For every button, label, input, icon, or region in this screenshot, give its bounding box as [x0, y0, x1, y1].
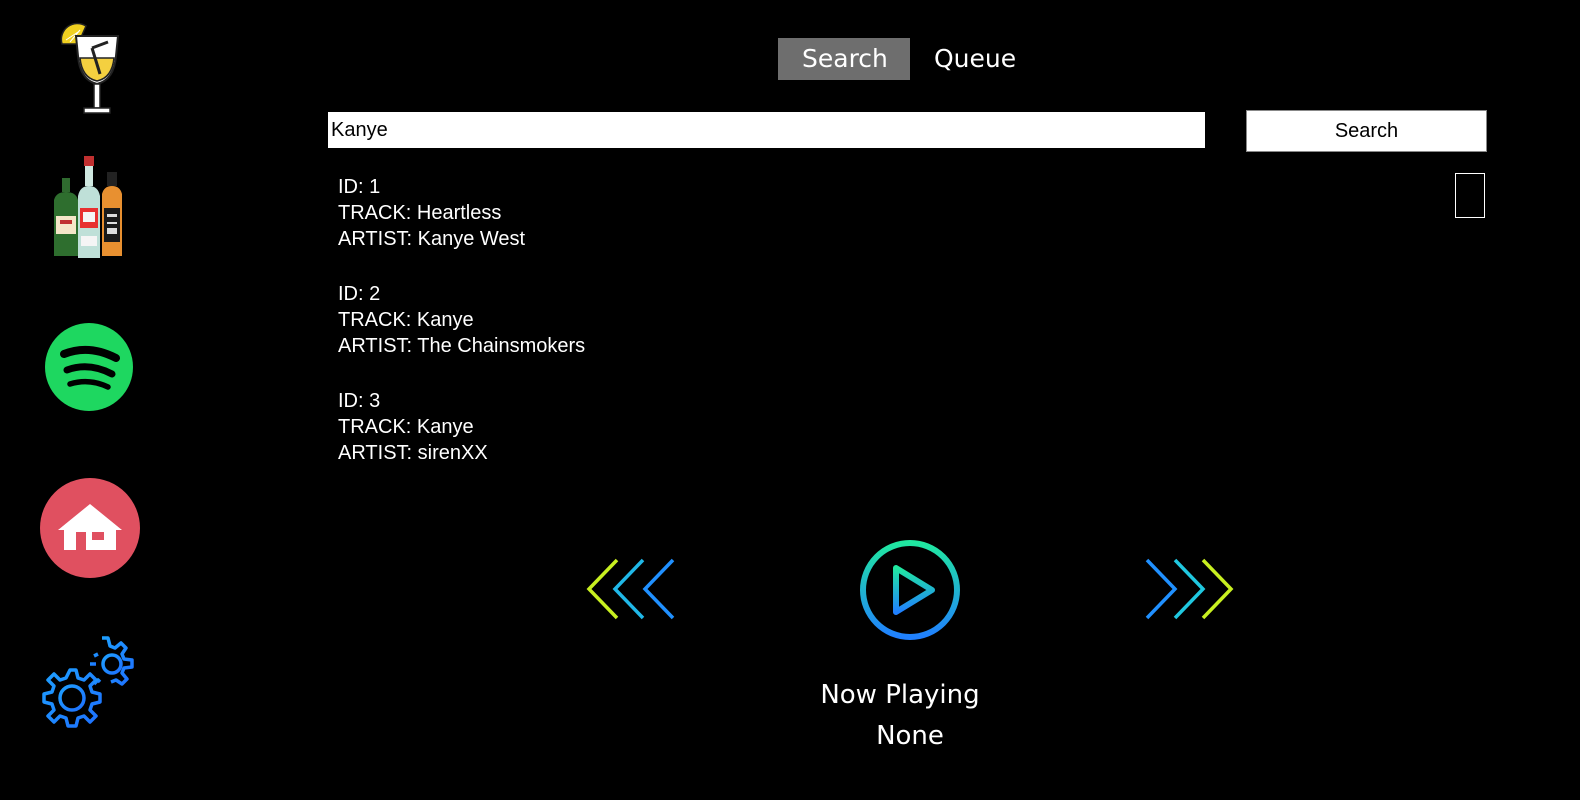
- result-track: TRACK: Heartless: [338, 202, 502, 224]
- search-results-list: ID: 1 TRACK: Heartless ARTIST: Kanye Wes…: [338, 174, 1438, 495]
- list-item[interactable]: ID: 3 TRACK: Kanye ARTIST: sirenXX: [338, 388, 1438, 466]
- bottles-nav-button[interactable]: [50, 156, 130, 260]
- list-item[interactable]: ID: 2 TRACK: Kanye ARTIST: The Chainsmok…: [338, 281, 1438, 359]
- fast-forward-chevrons-icon: [1145, 558, 1234, 620]
- now-playing-label: Now Playing: [820, 680, 980, 710]
- now-playing-value: None: [876, 721, 944, 751]
- spotify-icon: [45, 323, 133, 411]
- results-scrollbar[interactable]: [1455, 173, 1485, 218]
- cocktail-nav-button[interactable]: [56, 18, 126, 118]
- result-id: ID: 2: [338, 283, 381, 305]
- music-app: Search Queue Search ID: 1 TRACK: Heartle…: [0, 0, 1580, 800]
- result-track: TRACK: Kanye: [338, 416, 474, 438]
- result-artist: ARTIST: The Chainsmokers: [338, 335, 586, 357]
- list-item[interactable]: ID: 1 TRACK: Heartless ARTIST: Kanye Wes…: [338, 174, 1438, 252]
- previous-track-button[interactable]: [585, 558, 680, 620]
- search-input[interactable]: [328, 112, 1205, 148]
- home-nav-button[interactable]: [40, 478, 140, 578]
- result-artist: ARTIST: sirenXX: [338, 442, 488, 464]
- search-button[interactable]: Search: [1246, 110, 1487, 152]
- settings-icon: [42, 636, 134, 728]
- play-icon: [860, 540, 960, 640]
- tab-queue[interactable]: Queue: [910, 38, 1040, 80]
- bottles-icon: [54, 156, 122, 258]
- rewind-chevrons-icon: [586, 558, 675, 620]
- view-tabs: Search Queue: [778, 38, 1040, 80]
- play-button[interactable]: [858, 538, 962, 642]
- tab-search[interactable]: Search: [778, 38, 910, 80]
- next-track-button[interactable]: [1143, 558, 1238, 620]
- result-track: TRACK: Kanye: [338, 309, 474, 331]
- spotify-nav-button[interactable]: [44, 322, 134, 412]
- settings-nav-button[interactable]: [38, 634, 142, 738]
- result-id: ID: 3: [338, 390, 381, 412]
- result-id: ID: 1: [338, 176, 381, 198]
- result-artist: ARTIST: Kanye West: [338, 228, 526, 250]
- sidebar: [0, 0, 180, 800]
- cocktail-icon: [60, 22, 120, 114]
- home-icon: [40, 478, 140, 578]
